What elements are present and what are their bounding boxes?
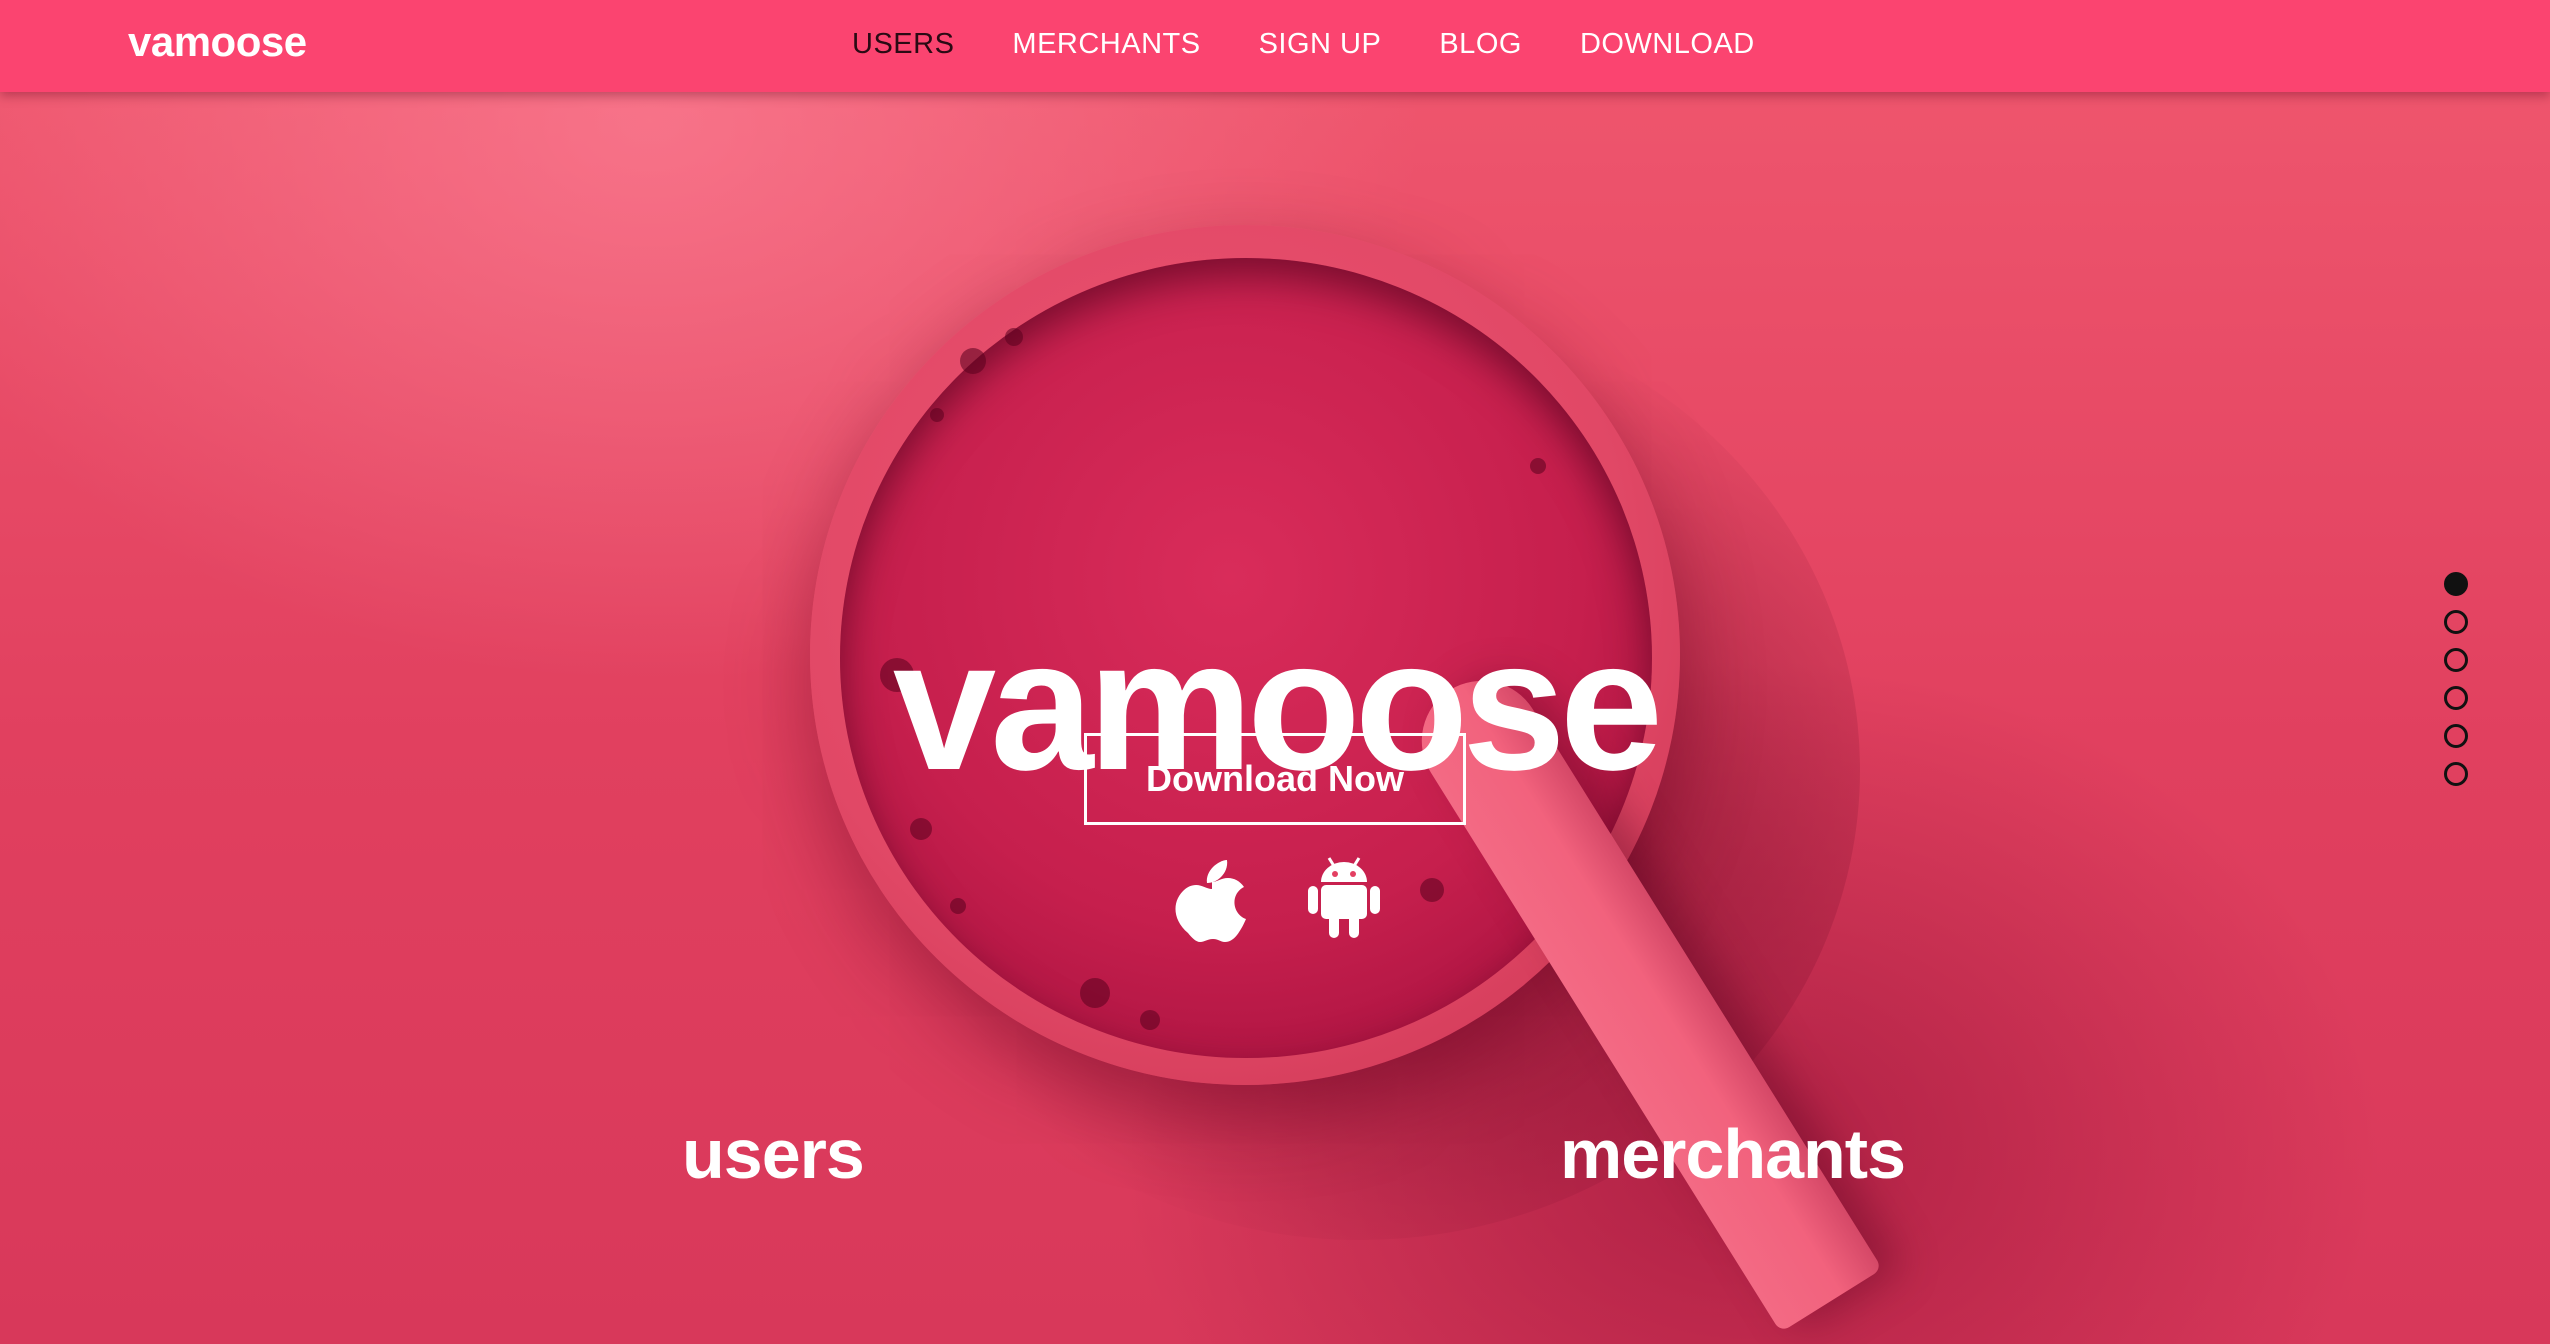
main-nav: USERS MERCHANTS SIGN UP BLOG DOWNLOAD — [852, 28, 1755, 61]
page-dot-6[interactable] — [2444, 762, 2468, 786]
page-dot-1[interactable] — [2444, 572, 2468, 596]
merchants-section-link[interactable]: merchants — [1560, 1114, 1906, 1194]
nav-blog[interactable]: BLOG — [1439, 28, 1522, 61]
nav-sign-up[interactable]: SIGN UP — [1259, 28, 1382, 61]
page-dot-4[interactable] — [2444, 686, 2468, 710]
nav-users[interactable]: USERS — [852, 28, 954, 61]
brand-logo[interactable]: vamoose — [128, 18, 307, 66]
download-now-button[interactable]: Download Now — [1084, 733, 1466, 825]
section-pagination — [2444, 572, 2468, 786]
page-dot-2[interactable] — [2444, 610, 2468, 634]
apple-icon[interactable] — [1172, 852, 1252, 942]
android-icon[interactable] — [1304, 852, 1384, 942]
nav-merchants[interactable]: MERCHANTS — [1012, 28, 1200, 61]
top-navbar: vamoose USERS MERCHANTS SIGN UP BLOG DOW… — [0, 0, 2550, 92]
users-section-link[interactable]: users — [682, 1114, 865, 1194]
page-dot-5[interactable] — [2444, 724, 2468, 748]
page-dot-3[interactable] — [2444, 648, 2468, 672]
nav-download[interactable]: DOWNLOAD — [1580, 28, 1755, 61]
